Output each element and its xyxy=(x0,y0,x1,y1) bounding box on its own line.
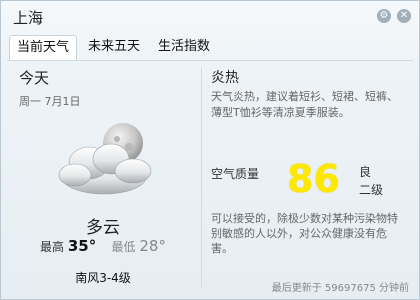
tab-life-index[interactable]: 生活指数 xyxy=(151,35,217,59)
today-panel: 今天 周一 7月1日 多云 最高 35° 最低 28° 南风3-4级 xyxy=(9,65,197,295)
high-temp-value: 35° xyxy=(67,237,97,255)
air-quality-description: 可以接受的，除极少数对某种污染物特别敏感的人以外，对公众健康没有危害。 xyxy=(211,212,398,255)
air-quality-level-word: 良 xyxy=(359,165,372,179)
air-quality-level: 良 二级 xyxy=(359,163,383,199)
tab-bar: 当前天气 未来五天 生活指数 xyxy=(9,35,221,60)
air-quality-label: 空气质量 xyxy=(211,167,260,181)
last-updated: 最后更新于 59697675 分钟前 xyxy=(271,283,409,294)
high-temp-label: 最高 xyxy=(40,240,65,254)
wind-info: 南风3-4级 xyxy=(75,271,131,285)
close-icon[interactable]: ✕ xyxy=(397,9,411,23)
cloudy-moon-icon xyxy=(58,123,152,195)
low-temp-value: 28° xyxy=(139,237,166,255)
weather-window: 上海 ⚙ ✕ 当前天气 未来五天 生活指数 今天 周一 7月1日 多云 最高 3… xyxy=(0,0,420,300)
title-bar: 上海 ⚙ ✕ xyxy=(1,1,419,31)
tab-five-day-forecast[interactable]: 未来五天 xyxy=(81,35,147,59)
tab-divider xyxy=(7,60,413,61)
air-quality-level-grade: 二级 xyxy=(359,183,384,197)
city-name: 上海 xyxy=(13,9,44,27)
air-quality-value: 86 xyxy=(287,157,340,201)
comfort-text: 天气炎热，建议着短衫、短裙、短裤、薄型T恤衫等清凉夏季服装。 xyxy=(211,90,398,119)
today-label: 今天 xyxy=(19,69,50,87)
weather-condition: 多云 xyxy=(86,218,120,238)
detail-panel: 炎热 天气炎热，建议着短衫、短裙、短裤、薄型T恤衫等清凉夏季服装。 空气质量 8… xyxy=(207,65,413,295)
panel-divider xyxy=(201,67,202,289)
tab-current-weather[interactable]: 当前天气 xyxy=(9,35,78,60)
temperature-range: 最高 35° 最低 28° xyxy=(9,237,197,255)
comfort-title: 炎热 xyxy=(211,70,239,86)
settings-icon[interactable]: ⚙ xyxy=(377,9,391,23)
date-label: 周一 7月1日 xyxy=(19,95,81,108)
low-temp-label: 最低 xyxy=(111,240,136,254)
